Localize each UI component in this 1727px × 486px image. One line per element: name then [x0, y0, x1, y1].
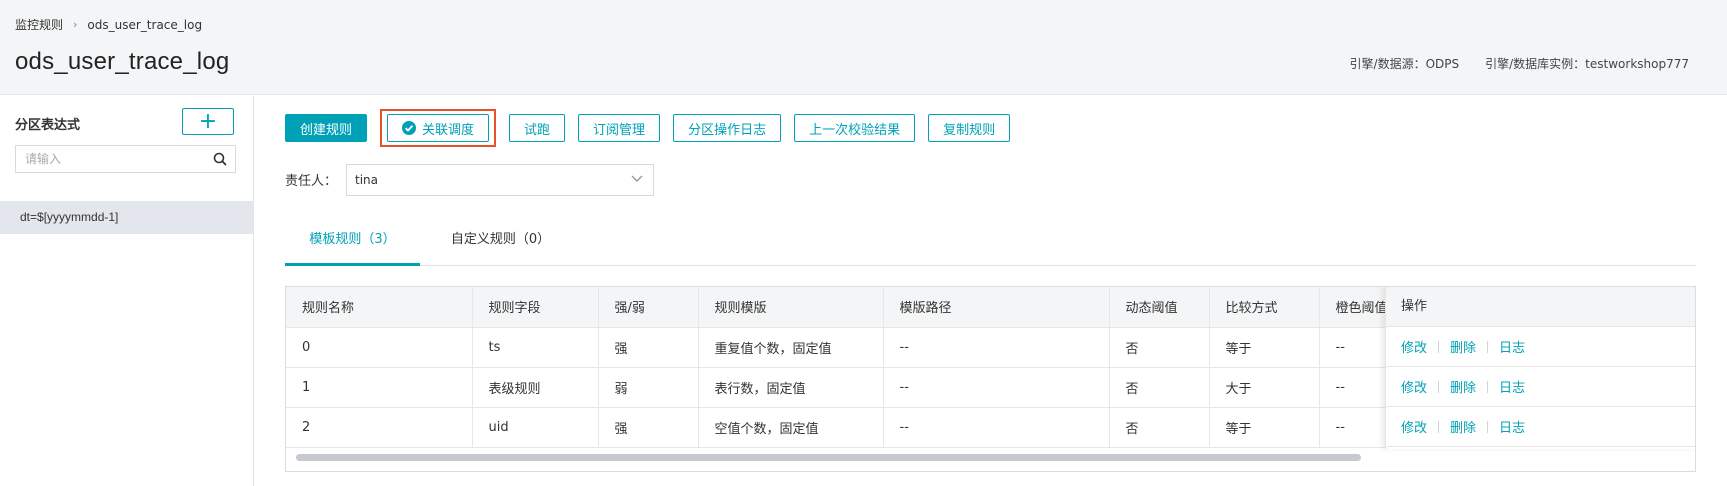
link-schedule-button[interactable]: 关联调度 — [387, 114, 490, 142]
cell-compare: 大于 — [1209, 367, 1320, 408]
owner-select[interactable]: tina — [346, 164, 654, 196]
breadcrumb-current: ods_user_trace_log — [87, 17, 203, 32]
link-schedule-label: 关联调度 — [422, 122, 475, 138]
page-header: 监控规则 › ods_user_trace_log ods_user_trace… — [0, 0, 1727, 95]
owner-value: tina — [355, 173, 378, 187]
chevron-down-icon — [631, 175, 643, 182]
cell-rule-name: 0 — [286, 327, 473, 368]
cell-template: 空值个数，固定值 — [698, 407, 884, 448]
operations-row: 修改 删除 日志 — [1386, 407, 1695, 447]
operations-row: 修改 删除 日志 — [1386, 327, 1695, 367]
log-link[interactable]: 日志 — [1499, 417, 1525, 436]
cell-template-path: -- — [883, 367, 1110, 408]
divider — [1487, 380, 1489, 393]
cell-template-path: -- — [883, 327, 1110, 368]
divider — [1438, 380, 1440, 393]
cell-compare: 等于 — [1209, 407, 1320, 448]
column-header[interactable]: 规则名称 — [286, 287, 473, 328]
cell-strength: 强 — [598, 407, 699, 448]
add-partition-button[interactable]: + — [182, 108, 234, 135]
last-result-button[interactable]: 上一次校验结果 — [794, 114, 916, 142]
trial-run-button[interactable]: 试跑 — [509, 114, 566, 142]
edit-link[interactable]: 修改 — [1401, 377, 1427, 396]
column-header[interactable]: 模版路径 — [883, 287, 1110, 328]
operations-header: 操作 — [1386, 287, 1695, 327]
delete-link[interactable]: 删除 — [1450, 417, 1476, 436]
partition-item[interactable]: dt=$[yyyymmdd-1] — [0, 201, 254, 234]
operations-column: 操作 修改 删除 日志 修改 删除 日志 修改 删除 日志 — [1385, 287, 1695, 449]
column-header[interactable]: 比较方式 — [1209, 287, 1320, 328]
owner-label: 责任人： — [285, 174, 338, 189]
partition-log-button[interactable]: 分区操作日志 — [673, 114, 782, 142]
partition-search-input[interactable] — [16, 146, 201, 172]
cell-rule-field: 表级规则 — [472, 367, 599, 408]
cell-template-path: -- — [883, 407, 1110, 448]
breadcrumb: 监控规则 › ods_user_trace_log — [15, 16, 202, 33]
tab-template-rules[interactable]: 模板规则（3） — [285, 226, 420, 266]
rules-table-grid: 规则名称 规则字段 强/弱 规则模版 模版路径 动态阈值 比较方式 橙色阈值 0… — [286, 287, 1440, 448]
rules-table: 规则名称 规则字段 强/弱 规则模版 模版路径 动态阈值 比较方式 橙色阈值 0… — [285, 286, 1696, 472]
operations-row: 修改 删除 日志 — [1386, 367, 1695, 407]
engine-source: 引擎/数据源：ODPS — [1349, 57, 1460, 71]
horizontal-scrollbar[interactable] — [296, 454, 1361, 461]
column-header[interactable]: 动态阈值 — [1109, 287, 1210, 328]
copy-rule-button[interactable]: 复制规则 — [928, 114, 1011, 142]
delete-link[interactable]: 删除 — [1450, 337, 1476, 356]
cell-rule-field: ts — [472, 327, 599, 368]
cell-rule-name: 1 — [286, 367, 473, 408]
table-row: 2 uid 强 空值个数，固定值 -- 否 等于 -- — [286, 407, 1440, 448]
column-header[interactable]: 规则模版 — [698, 287, 884, 328]
cell-strength: 强 — [598, 327, 699, 368]
rule-tabs: 模板规则（3） 自定义规则（0） — [285, 226, 1696, 266]
cell-dynamic-threshold: 否 — [1109, 327, 1210, 368]
highlight-box: 关联调度 — [380, 109, 497, 147]
partition-search — [15, 145, 236, 173]
cell-template: 重复值个数，固定值 — [698, 327, 884, 368]
divider — [1438, 340, 1440, 353]
page-title: ods_user_trace_log — [15, 48, 230, 75]
log-link[interactable]: 日志 — [1499, 377, 1525, 396]
cell-template: 表行数，固定值 — [698, 367, 884, 408]
subscription-button[interactable]: 订阅管理 — [578, 114, 661, 142]
table-row: 1 表级规则 弱 表行数，固定值 -- 否 大于 -- — [286, 367, 1440, 408]
cell-strength: 弱 — [598, 367, 699, 408]
engine-meta: 引擎/数据源：ODPS 引擎/数据库实例：testworkshop777 — [1350, 55, 1689, 72]
log-link[interactable]: 日志 — [1499, 337, 1525, 356]
edit-link[interactable]: 修改 — [1401, 417, 1427, 436]
table-row: 0 ts 强 重复值个数，固定值 -- 否 等于 -- — [286, 327, 1440, 368]
cell-compare: 等于 — [1209, 327, 1320, 368]
table-header-row: 规则名称 规则字段 强/弱 规则模版 模版路径 动态阈值 比较方式 橙色阈值 — [286, 287, 1440, 328]
cell-rule-field: uid — [472, 407, 599, 448]
delete-link[interactable]: 删除 — [1450, 377, 1476, 396]
partition-panel: 分区表达式 + dt=$[yyyymmdd-1] — [0, 96, 254, 486]
breadcrumb-parent[interactable]: 监控规则 — [15, 16, 63, 33]
search-icon[interactable] — [213, 152, 227, 166]
divider — [1487, 420, 1489, 433]
check-circle-icon — [402, 121, 417, 135]
column-header[interactable]: 规则字段 — [472, 287, 599, 328]
engine-instance: 引擎/数据库实例：testworkshop777 — [1485, 57, 1689, 71]
edit-link[interactable]: 修改 — [1401, 337, 1427, 356]
create-rule-button[interactable]: 创建规则 — [285, 114, 368, 142]
column-header[interactable]: 强/弱 — [598, 287, 699, 328]
cell-dynamic-threshold: 否 — [1109, 367, 1210, 408]
cell-rule-name: 2 — [286, 407, 473, 448]
toolbar: 创建规则 关联调度 试跑 订阅管理 分区操作日志 上一次校验结果 复制规则 — [285, 109, 1023, 147]
divider — [1438, 420, 1440, 433]
cell-dynamic-threshold: 否 — [1109, 407, 1210, 448]
partition-panel-title: 分区表达式 — [15, 118, 81, 133]
tab-custom-rules[interactable]: 自定义规则（0） — [433, 226, 568, 266]
breadcrumb-separator: › — [73, 18, 78, 31]
divider — [1487, 340, 1489, 353]
